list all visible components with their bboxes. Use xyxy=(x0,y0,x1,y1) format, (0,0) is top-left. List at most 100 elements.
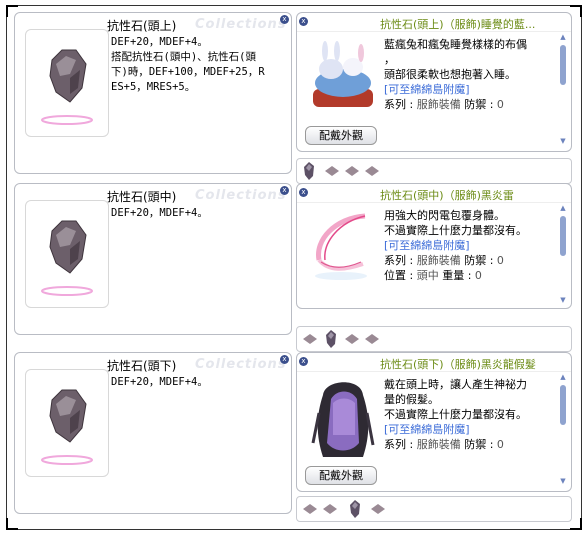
scroll-down-icon[interactable]: ▼ xyxy=(559,477,567,485)
item-name: 抗性石(頭中) xyxy=(107,190,177,204)
item-description: DEF+20，MDEF+4。 xyxy=(111,206,287,221)
item-name: 抗性石(頭上) xyxy=(107,19,177,33)
empty-slot-icon[interactable] xyxy=(323,163,341,179)
scrollbar[interactable]: ▲ ▼ xyxy=(559,204,567,304)
item-image-frame xyxy=(25,200,109,308)
empty-slot-icon[interactable] xyxy=(343,163,361,179)
item-description: DEF+20，MDEF+4。 xyxy=(111,375,287,390)
wear-appearance-button[interactable]: 配戴外觀 xyxy=(305,466,377,485)
costume-title: 抗性石(頭中)（服飾)黑炎雷 xyxy=(380,189,514,202)
scrollbar[interactable]: ▲ ▼ xyxy=(559,33,567,145)
close-icon[interactable]: x xyxy=(299,188,308,197)
close-icon[interactable]: x xyxy=(280,15,289,24)
frame-corner xyxy=(570,5,582,17)
wear-appearance-button[interactable]: 配戴外觀 xyxy=(305,126,377,145)
title-bar: x 抗性石(頭下)（服飾)黑炎龍假髮 xyxy=(297,353,571,372)
costume-description: 藍瘋兔和瘋兔睡覺樣樣的布偶 ， 頭部很柔軟也想抱著入睡。 [可至綿綿島附魔] 系… xyxy=(384,37,550,112)
collections-watermark: Collections xyxy=(195,357,287,372)
desc-line: 頭部很柔軟也想抱著入睡。 xyxy=(384,68,516,81)
card-slot-strip xyxy=(296,326,572,352)
costume-window-2: x 抗性石(頭中)（服飾)黑炎雷 用強大的閃電包覆身體。 不過實際上什麼力量都沒… xyxy=(296,183,572,309)
item-window-head-low: 抗性石(頭下) Collections x DEF+20，MDEF+4。 xyxy=(14,352,292,514)
resist-stone-slot-icon[interactable] xyxy=(301,160,317,182)
scroll-thumb[interactable] xyxy=(560,45,566,85)
costume-window-3: x 抗性石(頭下)（服飾)黑炎龍假髮 戴在頭上時，讓人產生神祕力 量的假髮。 不… xyxy=(296,352,572,492)
frame-corner xyxy=(6,518,18,530)
close-icon[interactable]: x xyxy=(299,357,308,366)
card-slot-strip xyxy=(296,496,572,522)
series-value: 服飾裝備 xyxy=(416,438,461,451)
series-label: 系列 : xyxy=(384,254,414,267)
desc-line: 戴在頭上時，讓人產生神祕力 xyxy=(384,378,527,391)
frame-corner xyxy=(570,518,582,530)
position-value: 頭中 xyxy=(416,269,439,282)
scroll-up-icon[interactable]: ▲ xyxy=(559,204,567,212)
black-dragon-wig-image xyxy=(311,382,375,457)
empty-slot-icon[interactable] xyxy=(321,501,339,517)
resist-stone-image xyxy=(41,389,93,465)
series-label: 系列 : xyxy=(384,98,414,111)
item-window-head-top: 抗性石(頭上) Collections x DEF+20，MDEF+4。 搭配抗… xyxy=(14,12,292,174)
defense-label: 防禦 : xyxy=(464,98,494,111)
desc-line: DEF+20，MDEF+4。 xyxy=(111,36,208,48)
enchant-link[interactable]: [可至綿綿島附魔] xyxy=(384,238,550,253)
empty-slot-icon[interactable] xyxy=(363,331,381,347)
title-bar: x 抗性石(頭上)（服飾)睡覺的藍... xyxy=(297,13,571,32)
title-bar: x 抗性石(頭中)（服飾)黑炎雷 xyxy=(297,184,571,203)
enchant-link[interactable]: [可至綿綿島附魔] xyxy=(384,422,550,437)
sleeping-bunny-image xyxy=(313,41,373,107)
resist-stone-image xyxy=(41,49,93,125)
scroll-up-icon[interactable]: ▲ xyxy=(559,373,567,381)
scroll-up-icon[interactable]: ▲ xyxy=(559,33,567,41)
collections-watermark: Collections xyxy=(195,188,287,203)
item-window-head-mid: 抗性石(頭中) Collections x DEF+20，MDEF+4。 xyxy=(14,183,292,335)
weight-value: 0 xyxy=(474,269,482,282)
empty-slot-icon[interactable] xyxy=(363,163,381,179)
costume-description: 戴在頭上時，讓人產生神祕力 量的假髮。 不過實際上什麼力量都沒有。 [可至綿綿島… xyxy=(384,377,550,452)
empty-slot-icon[interactable] xyxy=(301,331,319,347)
stats-row: 系列 : 服飾裝備 防禦 : 0 xyxy=(384,97,550,112)
costume-window-1: x 抗性石(頭上)（服飾)睡覺的藍... 藍瘋兔和瘋兔睡覺樣樣的布偶 ， 頭部很… xyxy=(296,12,572,152)
black-flame-thunder-image xyxy=(315,213,367,280)
scroll-down-icon[interactable]: ▼ xyxy=(559,296,567,304)
close-icon[interactable]: x xyxy=(280,355,289,364)
empty-slot-icon[interactable] xyxy=(369,501,387,517)
card-slot-strip xyxy=(296,158,572,184)
enchant-link[interactable]: [可至綿綿島附魔] xyxy=(384,82,550,97)
position-label: 位置 : xyxy=(384,269,414,282)
desc-line: DEF+20，MDEF+4。 xyxy=(111,376,208,388)
costume-description: 用強大的閃電包覆身體。 不過實際上什麼力量都沒有。 [可至綿綿島附魔] 系列 :… xyxy=(384,208,550,283)
desc-line: 不過實際上什麼力量都沒有。 xyxy=(384,408,527,421)
resist-stone-slot-icon[interactable] xyxy=(323,328,339,350)
scroll-thumb[interactable] xyxy=(560,216,566,256)
scrollbar[interactable]: ▲ ▼ xyxy=(559,373,567,485)
desc-line: 藍瘋兔和瘋兔睡覺樣樣的布偶 xyxy=(384,38,527,51)
defense-value: 0 xyxy=(496,98,504,111)
scroll-thumb[interactable] xyxy=(560,385,566,425)
close-icon[interactable]: x xyxy=(280,186,289,195)
desc-line: ES+5，MRES+5。 xyxy=(111,81,196,93)
costume-title: 抗性石(頭上)（服飾)睡覺的藍... xyxy=(380,18,536,31)
stats-row: 系列 : 服飾裝備 防禦 : 0 xyxy=(384,437,550,452)
series-value: 服飾裝備 xyxy=(416,98,461,111)
stats-row: 位置 : 頭中 重量 : 0 xyxy=(384,268,550,283)
desc-line: 量的假髮。 xyxy=(384,393,439,406)
desc-line: ， xyxy=(384,53,395,66)
resist-stone-slot-icon[interactable] xyxy=(347,498,363,520)
close-icon[interactable]: x xyxy=(299,17,308,26)
scroll-down-icon[interactable]: ▼ xyxy=(559,137,567,145)
empty-slot-icon[interactable] xyxy=(343,331,361,347)
desc-line: 搭配抗性石(頭中)、抗性石(頭 xyxy=(111,51,256,63)
item-description: DEF+20，MDEF+4。 搭配抗性石(頭中)、抗性石(頭 下)時，DEF+1… xyxy=(111,35,287,95)
empty-slot-icon[interactable] xyxy=(301,501,319,517)
desc-line: DEF+20，MDEF+4。 xyxy=(111,207,208,219)
defense-label: 防禦 : xyxy=(464,254,494,267)
item-image-frame xyxy=(25,369,109,477)
defense-value: 0 xyxy=(496,254,504,267)
item-name: 抗性石(頭下) xyxy=(107,359,177,373)
stats-row: 系列 : 服飾裝備 防禦 : 0 xyxy=(384,253,550,268)
desc-line: 不過實際上什麼力量都沒有。 xyxy=(384,224,527,237)
defense-value: 0 xyxy=(496,438,504,451)
series-label: 系列 : xyxy=(384,438,414,451)
desc-line: 用強大的閃電包覆身體。 xyxy=(384,209,505,222)
